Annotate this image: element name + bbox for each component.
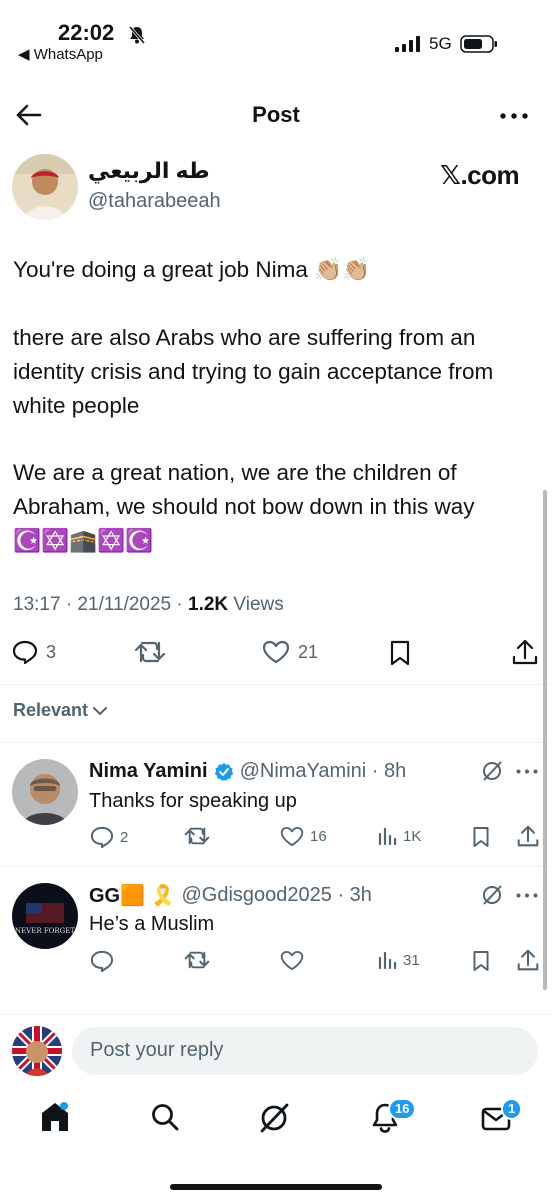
reply-text: He’s a Muslim	[89, 913, 215, 935]
divider	[0, 742, 552, 743]
like-count: 21	[298, 641, 319, 662]
reply-text: Thanks for speaking up	[89, 790, 297, 812]
reply-like-button[interactable]: 16	[280, 826, 327, 847]
like-button[interactable]: 21	[262, 640, 318, 664]
reply-author-handle: @NimaYamini · 8h	[239, 760, 407, 782]
repost-button[interactable]	[134, 640, 166, 664]
repost-icon	[184, 826, 210, 846]
post-emoji-line: ☪️✡️🕋✡️☪️	[13, 528, 154, 553]
reply-reply-button[interactable]: 2	[90, 826, 128, 848]
grok-tab-icon[interactable]	[258, 1102, 290, 1134]
search-icon[interactable]	[150, 1102, 180, 1132]
reply-author-name: GG🟧 🎗️	[89, 885, 176, 907]
sort-dropdown[interactable]: Relevant	[13, 700, 108, 721]
heart-icon	[280, 826, 304, 847]
grok-icon[interactable]	[481, 884, 503, 906]
reply-author-line[interactable]: Nima Yamini @NimaYamini · 8h	[89, 760, 406, 783]
svg-text:NEVER FORGET: NEVER FORGET	[15, 927, 75, 935]
heart-icon	[262, 640, 290, 664]
sort-label: Relevant	[13, 700, 89, 720]
chevron-down-icon	[92, 706, 108, 716]
home-indicator	[170, 1184, 382, 1190]
author-name[interactable]: طه الربيعي	[88, 158, 210, 184]
reply-reply-button[interactable]	[90, 950, 120, 972]
battery-icon	[459, 35, 498, 53]
more-options-icon[interactable]	[516, 893, 538, 898]
reply-repost-button[interactable]	[184, 826, 210, 846]
bookmark-icon[interactable]	[472, 950, 490, 972]
bookmark-icon[interactable]	[472, 826, 490, 848]
bookmark-icon[interactable]	[389, 640, 411, 666]
post-text-paragraph-2: there are also Arabs who are suffering f…	[13, 325, 500, 418]
reply-author-name: Nima Yamini	[89, 760, 208, 782]
reply-count: 3	[46, 641, 57, 662]
verified-badge-icon	[214, 762, 234, 782]
post-timestamp: 13:17 · 21/11/2025 ·	[13, 594, 188, 615]
views-count: 1K	[403, 827, 422, 845]
reply-avatar-gg[interactable]: NEVER FORGET	[12, 883, 78, 949]
reply-icon	[12, 640, 38, 664]
signal-icon	[395, 36, 421, 52]
reply-views-button[interactable]: 1K	[377, 826, 421, 846]
reply-avatar-nima[interactable]	[12, 759, 78, 825]
reply-icon	[90, 826, 114, 848]
network-label: 5G	[429, 34, 452, 53]
share-icon[interactable]	[517, 824, 539, 848]
scrollbar[interactable]	[543, 490, 547, 990]
reply-button[interactable]: 3	[12, 640, 56, 664]
status-time: 22:02	[58, 20, 115, 45]
post-meta: 13:17 · 21/11/2025 · 1.2K Views	[13, 594, 284, 616]
share-icon[interactable]	[517, 948, 539, 972]
silent-bell-icon	[127, 25, 147, 45]
reply-placeholder: Post your reply	[90, 1039, 224, 1061]
reply-author-line[interactable]: GG🟧 🎗️ @Gdisgood2025 · 3h	[89, 883, 372, 908]
grok-icon[interactable]	[481, 760, 503, 782]
reply-views-button[interactable]: 31	[377, 950, 420, 970]
more-options-icon[interactable]	[500, 113, 528, 119]
my-avatar[interactable]	[12, 1026, 62, 1076]
divider	[0, 684, 552, 685]
like-count: 16	[310, 828, 327, 845]
repost-icon	[134, 640, 166, 664]
reply-author-handle: @Gdisgood2025 · 3h	[181, 884, 372, 906]
share-icon[interactable]	[512, 638, 538, 666]
page-title: Post	[252, 102, 300, 127]
heart-icon	[280, 950, 304, 971]
messages-badge: 1	[501, 1098, 523, 1120]
author-handle[interactable]: @taharabeeah	[88, 190, 221, 213]
reply-count: 2	[120, 828, 129, 846]
source-label: 𝕏.com	[440, 160, 520, 190]
home-icon[interactable]	[40, 1101, 70, 1133]
views-chart-icon	[377, 826, 397, 846]
reply-like-button[interactable]	[280, 950, 304, 971]
more-options-icon[interactable]	[516, 769, 538, 774]
views-count: 31	[403, 951, 420, 969]
author-avatar[interactable]	[12, 154, 78, 220]
notifications-badge: 16	[388, 1098, 417, 1120]
divider	[0, 1014, 552, 1015]
reply-repost-button[interactable]	[184, 950, 210, 970]
post-text-paragraph-3: We are a great nation, we are the childr…	[13, 460, 475, 519]
views-label: Views	[228, 594, 284, 615]
reply-icon	[90, 950, 114, 972]
views-count: 1.2K	[188, 594, 229, 615]
views-chart-icon	[377, 950, 397, 970]
status-indicators: 5G	[395, 34, 498, 54]
divider	[0, 866, 552, 867]
back-to-whatsapp[interactable]: ◀ WhatsApp	[18, 45, 103, 63]
repost-icon	[184, 950, 210, 970]
post-text-line-1: You're doing a great job Nima 👏🏼👏🏼	[13, 257, 371, 282]
